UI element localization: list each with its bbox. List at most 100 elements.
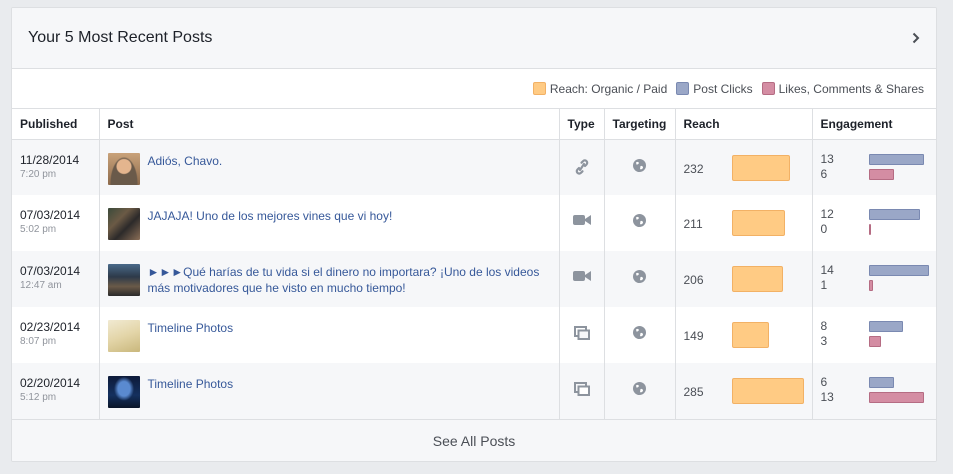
post-thumbnail[interactable] xyxy=(107,376,140,408)
column-header-published[interactable]: Published xyxy=(12,109,100,140)
type-cell xyxy=(559,139,605,195)
legend-swatch-post-clicks xyxy=(676,82,690,95)
post-thumbnail[interactable] xyxy=(107,264,140,296)
post-thumbnail[interactable] xyxy=(107,320,140,352)
post-link[interactable]: JAJAJA! Uno de los mejores vines que vi … xyxy=(148,208,393,240)
reach-cell: 285 xyxy=(675,363,813,419)
post-date: 02/23/2014 xyxy=(20,320,81,334)
engagement-cell: 6 13 xyxy=(812,363,936,419)
chevron-right-icon[interactable] xyxy=(910,32,922,44)
engagement-cell: 12 0 xyxy=(812,195,936,251)
card-title: Your 5 Most Recent Posts xyxy=(28,29,213,46)
globe-icon xyxy=(633,214,646,230)
reach-cell: 232 xyxy=(675,139,813,195)
reach-bar xyxy=(731,154,790,181)
post-cell: Timeline Photos xyxy=(99,307,560,363)
recent-posts-card: Your 5 Most Recent Posts Reach: Organic … xyxy=(11,7,937,462)
post-date: 07/03/2014 xyxy=(20,208,81,222)
reach-bar xyxy=(731,266,783,292)
table-row: 07/03/2014 5:02 pm JAJAJA! Uno de los me… xyxy=(12,195,936,251)
targeting-cell xyxy=(604,307,676,363)
reach-bar xyxy=(731,378,804,404)
type-cell xyxy=(559,251,605,307)
engagement-cell: 14 1 xyxy=(812,251,936,307)
published-cell: 02/23/2014 8:07 pm xyxy=(12,307,100,363)
legend-label-likes: Likes, Comments & Shares xyxy=(778,81,924,96)
likes-value: 6 xyxy=(820,166,828,181)
post-thumbnail[interactable] xyxy=(107,152,140,185)
column-header-engagement[interactable]: Engagement xyxy=(812,109,936,140)
post-time: 8:07 pm xyxy=(20,336,57,347)
likes-value: 13 xyxy=(820,390,834,404)
post-date: 02/20/2014 xyxy=(20,376,81,390)
post-clicks-bar xyxy=(868,209,920,220)
globe-icon xyxy=(633,270,646,286)
published-cell: 11/28/2014 7:20 pm xyxy=(12,139,100,195)
post-thumbnail[interactable] xyxy=(107,208,140,240)
legend-item-reach: Reach: Organic / Paid xyxy=(532,81,668,96)
reach-cell: 206 xyxy=(675,251,813,307)
published-cell: 07/03/2014 5:02 pm xyxy=(12,195,100,251)
post-link[interactable]: Timeline Photos xyxy=(148,320,234,352)
likes-value: 3 xyxy=(820,334,828,348)
column-header-reach[interactable]: Reach xyxy=(675,109,813,140)
post-date: 07/03/2014 xyxy=(20,264,81,278)
table-row: 02/23/2014 8:07 pm Timeline Photos 149 8… xyxy=(12,307,936,363)
likes-value: 0 xyxy=(820,222,828,236)
post-clicks-bar xyxy=(868,321,903,332)
likes-bar xyxy=(868,336,881,347)
video-icon xyxy=(572,215,591,229)
reach-bar xyxy=(731,322,769,348)
card-header: Your 5 Most Recent Posts xyxy=(12,8,936,69)
type-cell xyxy=(559,195,605,251)
targeting-cell xyxy=(604,363,676,419)
likes-bar xyxy=(868,280,873,291)
reach-value: 211 xyxy=(683,217,703,231)
column-header-type[interactable]: Type xyxy=(559,109,605,140)
targeting-cell xyxy=(604,195,676,251)
legend-item-likes: Likes, Comments & Shares xyxy=(761,81,924,96)
post-clicks-bar xyxy=(868,153,924,165)
reach-value: 149 xyxy=(683,329,704,343)
targeting-cell xyxy=(604,251,676,307)
post-link[interactable]: ►►►Qué harías de tu vida si el dinero no… xyxy=(148,264,551,296)
reach-value: 285 xyxy=(683,385,704,399)
post-clicks-value: 13 xyxy=(820,151,834,166)
legend-label-reach: Reach: Organic / Paid xyxy=(549,81,668,96)
type-cell xyxy=(559,307,605,363)
post-clicks-bar xyxy=(868,265,929,276)
column-header-targeting[interactable]: Targeting xyxy=(604,109,676,140)
post-time: 5:02 pm xyxy=(20,224,57,235)
column-header-post[interactable]: Post xyxy=(99,109,560,140)
photo-album-icon xyxy=(573,382,590,399)
post-cell: ►►►Qué harías de tu vida si el dinero no… xyxy=(99,251,560,307)
post-clicks-value: 14 xyxy=(820,263,834,277)
legend-item-post-clicks: Post Clicks xyxy=(676,82,753,96)
likes-bar xyxy=(868,168,894,180)
targeting-cell xyxy=(604,139,676,195)
photo-album-icon xyxy=(573,326,590,343)
post-time: 12:47 am xyxy=(20,280,62,291)
link-icon xyxy=(575,158,589,178)
globe-icon xyxy=(633,382,646,398)
table-row: 07/03/2014 12:47 am ►►►Qué harías de tu … xyxy=(12,251,936,307)
post-clicks-value: 8 xyxy=(820,319,828,333)
post-cell: JAJAJA! Uno de los mejores vines que vi … xyxy=(99,195,560,251)
see-all-posts-link[interactable]: See All Posts xyxy=(12,419,936,461)
post-link[interactable]: Adiós, Chavo. xyxy=(148,153,223,185)
reach-bar xyxy=(731,210,785,236)
post-date: 11/28/2014 xyxy=(20,152,80,167)
post-clicks-value: 12 xyxy=(820,207,834,221)
globe-icon xyxy=(633,326,646,342)
type-cell xyxy=(559,363,605,419)
likes-value: 1 xyxy=(820,278,828,292)
legend-swatch-likes xyxy=(761,82,775,95)
post-link[interactable]: Timeline Photos xyxy=(148,376,234,408)
reach-value: 206 xyxy=(683,273,704,287)
legend-swatch-reach xyxy=(532,82,546,95)
video-icon xyxy=(572,271,591,285)
chart-legend: Reach: Organic / Paid Post Clicks Likes,… xyxy=(12,69,936,109)
post-cell: Adiós, Chavo. xyxy=(99,139,560,195)
table-header-row: Published Post Type Targeting Reach Enga… xyxy=(12,109,936,140)
likes-bar xyxy=(868,224,871,235)
